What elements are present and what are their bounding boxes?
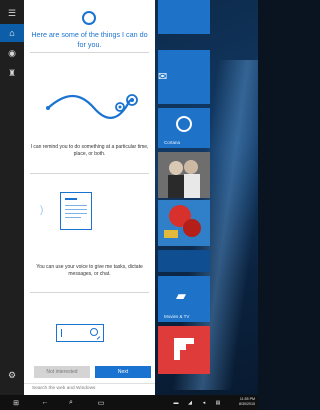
tile-cortana[interactable]: Cortana [158, 108, 210, 148]
voice-document-icon [60, 192, 92, 230]
tile-game[interactable] [158, 200, 210, 246]
volume-icon[interactable]: ◂ [200, 395, 208, 410]
notifications-icon[interactable]: ▤ [214, 395, 222, 410]
search-box[interactable]: Search the web and Windows [24, 383, 155, 395]
home-icon[interactable]: ⌂ [0, 24, 24, 42]
voice-description: You can use your voice to give me tasks,… [36, 264, 143, 277]
tile-cortana-caption: Cortana [164, 140, 181, 145]
taskbar: ⊞ ← ⌕ ▭ ▬ ◢ ◂ ▤ 11:55 PM 8/30/2015 [0, 395, 258, 410]
photo-thumbnail [158, 152, 210, 198]
search-illustration [56, 324, 104, 342]
notebook-icon[interactable]: ◉ [0, 44, 24, 62]
reminder-illustration-icon [46, 94, 138, 119]
tile-mail[interactable]: ✉ [158, 50, 210, 104]
network-icon[interactable]: ◢ [186, 395, 194, 410]
headline: Here are some of the things I can do for… [31, 30, 148, 49]
cortana-side-rail: ☰ ⌂ ◉ ♜ ⚙ [0, 0, 24, 395]
hamburger-menu-icon[interactable]: ☰ [0, 4, 24, 22]
settings-gear-icon[interactable]: ⚙ [0, 366, 24, 384]
reminders-icon[interactable]: ♜ [0, 64, 24, 82]
clock-date: 8/30/2015 [239, 402, 255, 406]
tile-small-blue[interactable] [158, 250, 210, 272]
task-view-icon[interactable]: ▭ [94, 395, 108, 410]
tile-movies[interactable]: ▰ Movies & TV [158, 276, 210, 322]
tile-photos[interactable] [158, 152, 210, 198]
cortana-logo-icon [82, 11, 96, 25]
tile-top[interactable] [158, 0, 210, 34]
next-button[interactable]: Next [95, 366, 151, 378]
tile-flipboard[interactable] [158, 326, 210, 374]
search-icon [90, 328, 98, 336]
voice-wave-icon: ) [40, 205, 44, 216]
back-arrow-icon[interactable]: ← [38, 395, 52, 410]
clock[interactable]: 11:55 PM 8/30/2015 [239, 397, 255, 407]
not-interested-button[interactable]: Not interested [34, 366, 90, 378]
divider [30, 52, 149, 53]
game-thumbnail [164, 205, 201, 238]
tile-movies-caption: Movies & TV [164, 314, 190, 319]
flipboard-icon [174, 338, 194, 360]
search-icon[interactable]: ⌕ [64, 395, 78, 410]
mail-icon: ✉ [158, 71, 168, 83]
cortana-circle-icon [176, 116, 192, 132]
battery-icon[interactable]: ▬ [172, 395, 180, 410]
film-clapper-icon: ▰ [176, 288, 186, 303]
reminder-description: I can remind you to do something at a pa… [30, 144, 149, 157]
divider [30, 292, 149, 293]
start-windows-icon[interactable]: ⊞ [8, 395, 24, 410]
search-placeholder: Search the web and Windows [32, 386, 96, 391]
screen: ✉ Cortana ▰ Movies & TV ☰ ⌂ ◉ ♜ ⚙ Here a… [0, 0, 258, 410]
divider [30, 173, 149, 174]
